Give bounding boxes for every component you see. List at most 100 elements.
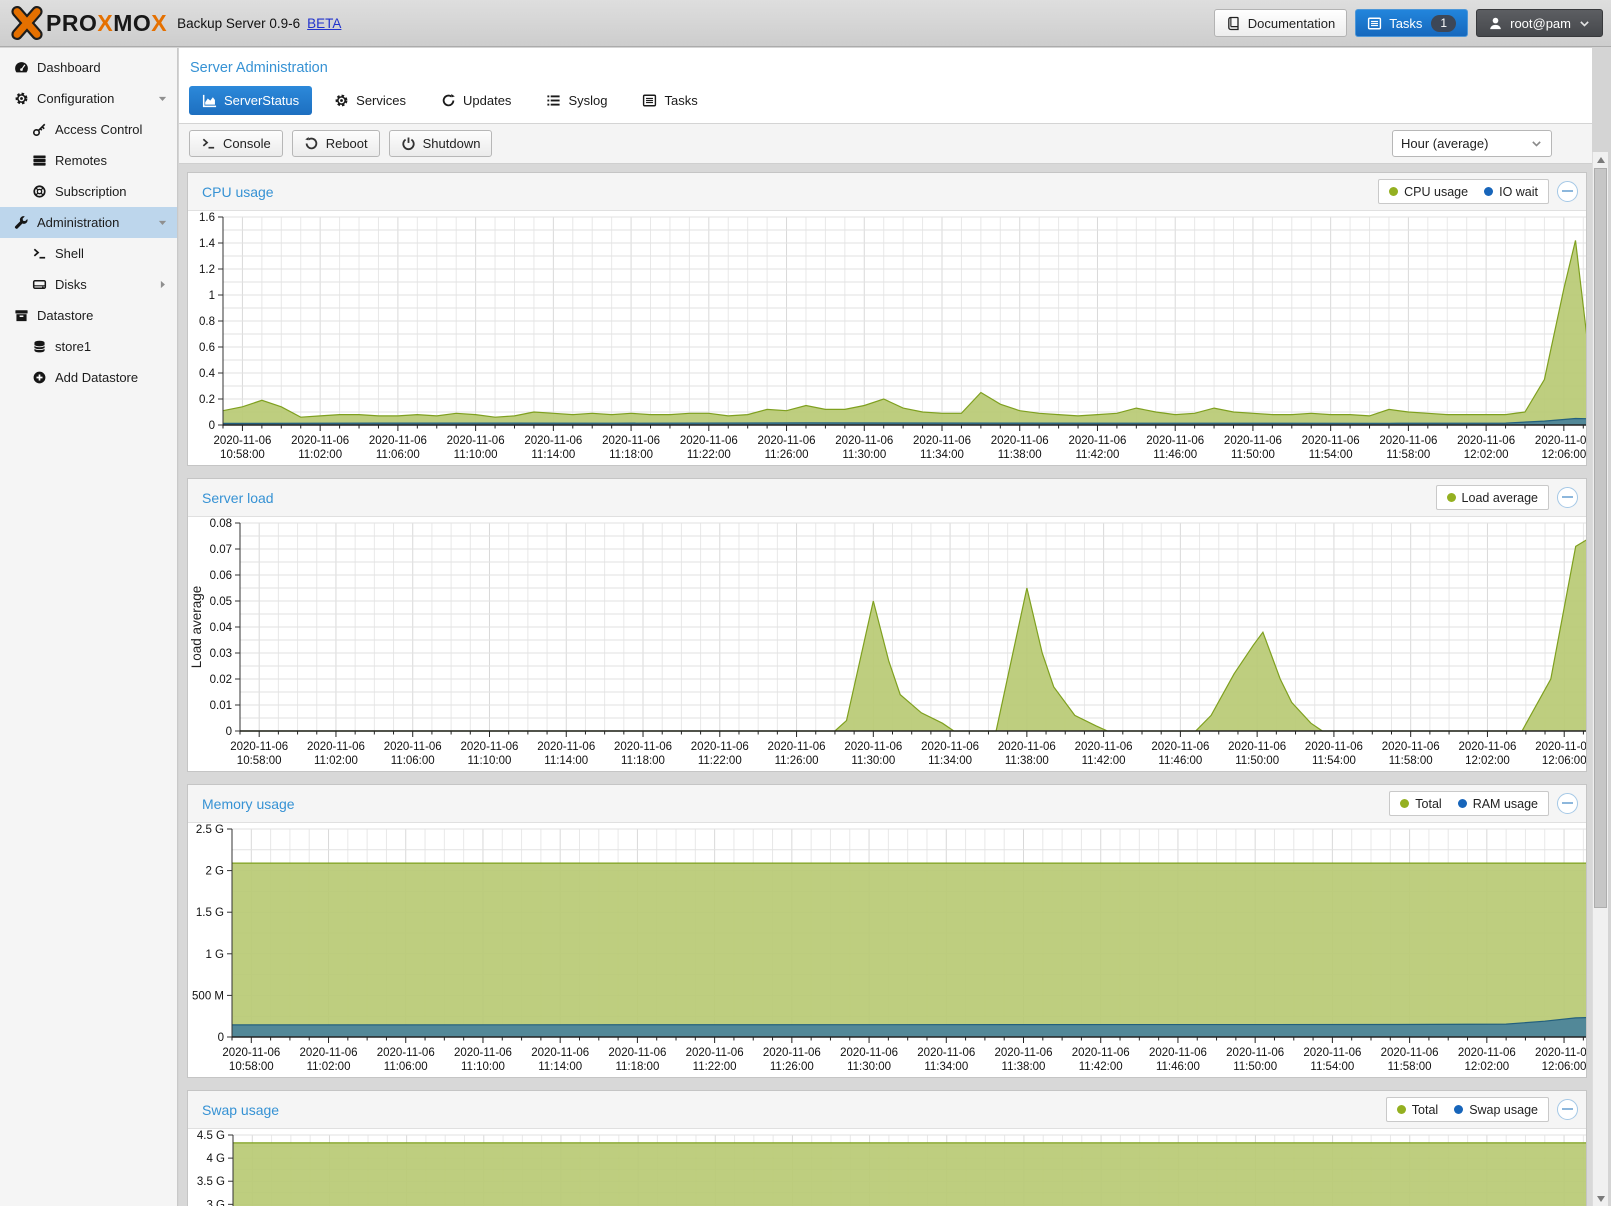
server-load-legend: Load average: [1436, 485, 1549, 510]
collapse-panel-icon[interactable]: [1557, 1099, 1578, 1120]
sidebar-item-dashboard[interactable]: Dashboard: [0, 52, 177, 83]
svg-text:2020-11-06: 2020-11-06: [1381, 1047, 1439, 1059]
header-actions: Documentation Tasks 1 root@pam: [1214, 9, 1603, 37]
svg-text:11:34:00: 11:34:00: [924, 1061, 968, 1073]
legend-label: IO wait: [1499, 185, 1538, 199]
collapse-panel-icon[interactable]: [1557, 487, 1578, 508]
svg-text:11:26:00: 11:26:00: [765, 449, 809, 461]
caret-down-icon[interactable]: [156, 216, 169, 229]
tab-serverstatus[interactable]: ServerStatus: [189, 86, 312, 115]
sidebar-item-administration[interactable]: Administration: [0, 207, 177, 238]
sidebar-item-add-datastore[interactable]: Add Datastore: [0, 362, 177, 393]
sidebar-item-label: Add Datastore: [55, 370, 138, 385]
user-menu-button[interactable]: root@pam: [1476, 9, 1603, 37]
sidebar-item-configuration[interactable]: Configuration: [0, 83, 177, 114]
tab-updates[interactable]: Updates: [428, 86, 524, 115]
cpu-usage-panel-title: CPU usage: [202, 184, 1378, 200]
svg-text:11:10:00: 11:10:00: [468, 755, 512, 767]
memory-usage-chart: 0500 M1 G1.5 G2 G2.5 G2020-11-0610:58:00…: [188, 823, 1586, 1077]
sidebar-item-store1[interactable]: store1: [0, 331, 177, 362]
svg-text:2020-11-06: 2020-11-06: [1458, 741, 1516, 753]
svg-text:11:30:00: 11:30:00: [847, 1061, 891, 1073]
svg-text:2020-11-06: 2020-11-06: [602, 435, 660, 447]
tasks-button[interactable]: Tasks 1: [1355, 9, 1468, 37]
tab-services[interactable]: Services: [321, 86, 419, 115]
svg-text:0: 0: [209, 420, 215, 432]
svg-text:2020-11-06: 2020-11-06: [1151, 741, 1209, 753]
collapse-panel-icon[interactable]: [1557, 793, 1578, 814]
proxmox-backup-app: PROXMOX Backup Server 0.9-6 BETA Documen…: [0, 0, 1611, 1206]
user-label: root@pam: [1510, 16, 1571, 31]
svg-text:11:54:00: 11:54:00: [1309, 449, 1353, 461]
console-button[interactable]: Console: [189, 130, 283, 157]
svg-text:11:10:00: 11:10:00: [461, 1061, 505, 1073]
svg-text:11:58:00: 11:58:00: [1388, 1061, 1432, 1073]
legend-label: CPU usage: [1404, 185, 1468, 199]
svg-text:2020-11-06: 2020-11-06: [758, 435, 816, 447]
reboot-button[interactable]: Reboot: [292, 130, 380, 157]
toolbar-buttons: Console Reboot Shutdown: [189, 130, 501, 157]
proxmox-x-logo-icon: [10, 6, 44, 40]
svg-text:2020-11-06: 2020-11-06: [691, 741, 749, 753]
svg-text:0.05: 0.05: [210, 596, 232, 608]
range-select[interactable]: Hour (average): [1392, 130, 1552, 157]
sidebar-item-access-control[interactable]: Access Control: [0, 114, 177, 145]
svg-text:2020-11-06: 2020-11-06: [1068, 435, 1126, 447]
svg-text:1: 1: [209, 290, 215, 302]
sidebar-item-subscription[interactable]: Subscription: [0, 176, 177, 207]
svg-text:4 G: 4 G: [206, 1153, 225, 1165]
sidebar-item-shell[interactable]: Shell: [0, 238, 177, 269]
scroll-down-arrow[interactable]: [1593, 1191, 1608, 1206]
button-label: Shutdown: [423, 136, 481, 151]
memory-usage-panel-header: Memory usageTotalRAM usage: [188, 785, 1586, 823]
sidebar-item-remotes[interactable]: Remotes: [0, 145, 177, 176]
svg-text:2020-11-06: 2020-11-06: [913, 435, 971, 447]
tab-tasks[interactable]: Tasks: [629, 86, 710, 115]
svg-text:1.2: 1.2: [199, 264, 215, 276]
legend-entry: Load average: [1447, 491, 1538, 505]
database-icon: [29, 339, 49, 354]
documentation-label: Documentation: [1248, 16, 1335, 31]
proxmox-logo[interactable]: PROXMOX: [10, 6, 167, 40]
svg-text:1.5 G: 1.5 G: [196, 907, 224, 919]
svg-text:11:22:00: 11:22:00: [687, 449, 731, 461]
sidebar-item-disks[interactable]: Disks: [0, 269, 177, 300]
svg-text:1.4: 1.4: [199, 238, 216, 250]
scroll-up-arrow[interactable]: [1593, 152, 1608, 167]
svg-text:2020-11-06: 2020-11-06: [608, 1047, 666, 1059]
svg-text:1 G: 1 G: [205, 949, 224, 961]
sidebar-item-label: Shell: [55, 246, 84, 261]
caret-down-icon[interactable]: [156, 92, 169, 105]
svg-text:11:46:00: 11:46:00: [1156, 1061, 1200, 1073]
legend-label: Swap usage: [1469, 1103, 1538, 1117]
sidebar-item-label: Administration: [37, 215, 119, 230]
memory-usage-panel-title: Memory usage: [202, 796, 1389, 812]
sidebar-item-datastore[interactable]: Datastore: [0, 300, 177, 331]
lifering-icon: [29, 184, 49, 199]
scrollbar-thumb[interactable]: [1594, 168, 1607, 908]
svg-text:11:02:00: 11:02:00: [314, 755, 358, 767]
collapse-panel-icon[interactable]: [1557, 181, 1578, 202]
terminal-icon: [29, 246, 49, 261]
svg-text:2020-11-06: 2020-11-06: [460, 741, 518, 753]
sidebar-item-label: Remotes: [55, 153, 107, 168]
caret-right-icon[interactable]: [156, 278, 169, 291]
refresh-icon: [441, 93, 456, 108]
shutdown-button[interactable]: Shutdown: [389, 130, 493, 157]
legend-dot-icon: [1454, 1105, 1463, 1114]
tab-syslog[interactable]: Syslog: [533, 86, 620, 115]
svg-text:11:14:00: 11:14:00: [538, 1061, 582, 1073]
vertical-scrollbar[interactable]: [1592, 152, 1608, 1206]
beta-link[interactable]: BETA: [307, 16, 341, 31]
svg-text:12:06:00: 12:06:00: [1542, 1061, 1586, 1073]
svg-text:2020-11-06: 2020-11-06: [384, 741, 442, 753]
svg-text:11:18:00: 11:18:00: [621, 755, 665, 767]
svg-text:11:14:00: 11:14:00: [544, 755, 588, 767]
svg-text:11:26:00: 11:26:00: [775, 755, 819, 767]
legend-entry: Total: [1397, 1103, 1438, 1117]
svg-text:2020-11-06: 2020-11-06: [680, 435, 738, 447]
documentation-button[interactable]: Documentation: [1214, 9, 1347, 37]
rotate-left-icon: [304, 136, 319, 151]
svg-text:2020-11-06: 2020-11-06: [614, 741, 672, 753]
legend-dot-icon: [1447, 493, 1456, 502]
